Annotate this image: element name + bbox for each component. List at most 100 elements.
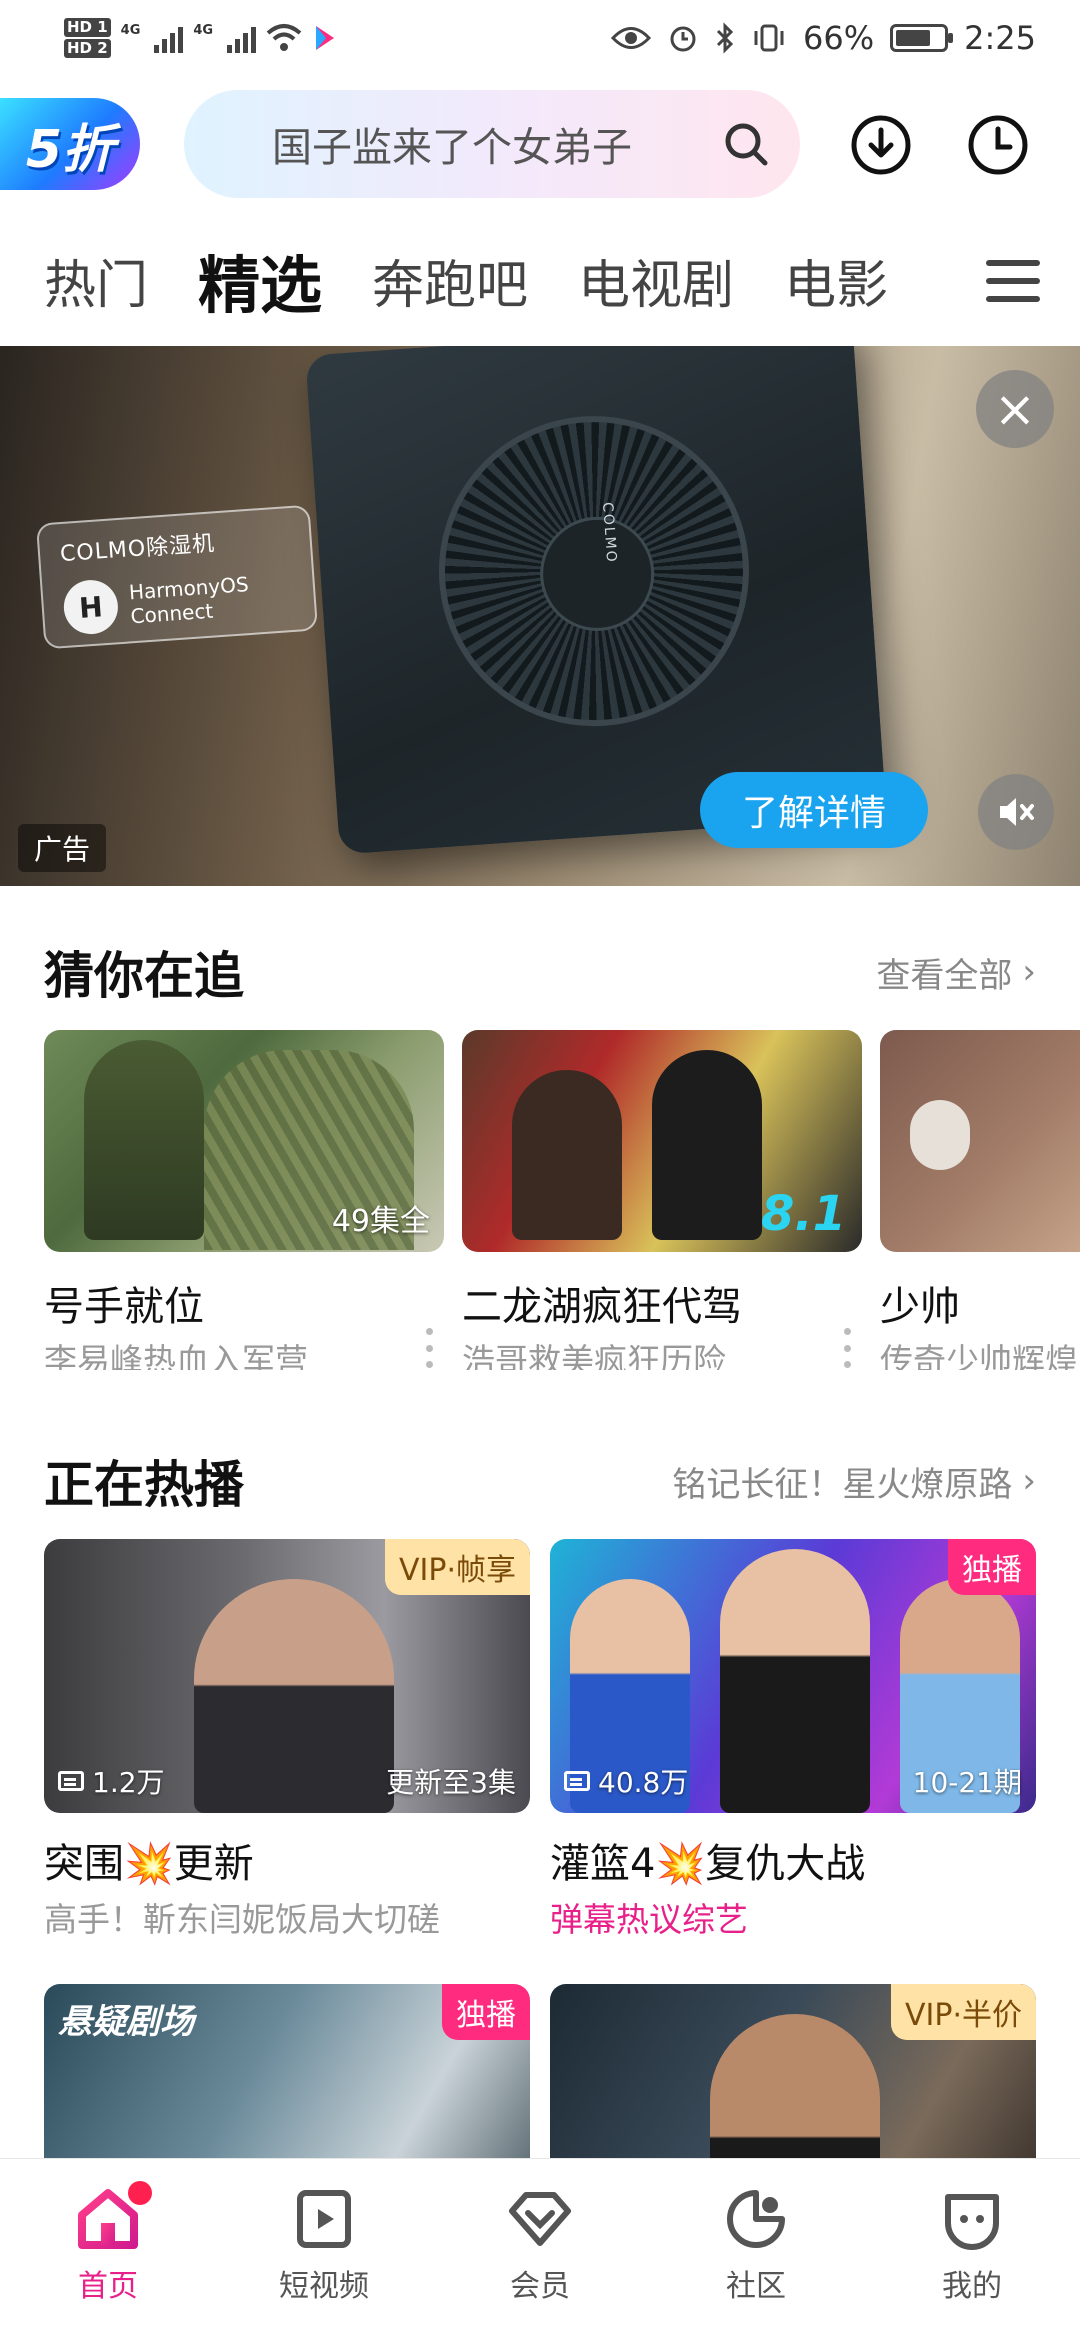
chase-thumbnail[interactable]: 49集全 [44, 1030, 444, 1252]
episode-status: 更新至3集 [386, 1766, 516, 1799]
top-header: 5折 国子监来了个女弟子 [0, 86, 1080, 202]
nav-profile[interactable]: 我的 [864, 2159, 1080, 2340]
hd1-label: HD 1 [64, 18, 111, 37]
chase-item-subtitle: 李易峰热血入军营 [44, 1341, 308, 1370]
tab-tv-series[interactable]: 电视剧 [578, 243, 734, 318]
chase-item-title[interactable]: 号手就位 [44, 1274, 444, 1332]
wifi-icon [266, 24, 302, 51]
tab-running-man[interactable]: 奔跑吧 [372, 243, 528, 318]
chase-section-header: 猜你在追 查看全部 › [44, 939, 1036, 1005]
short-video-icon[interactable] [288, 2183, 360, 2255]
youku-app-icon [316, 26, 335, 50]
chase-item-title[interactable]: 二龙湖疯狂代驾 [462, 1274, 862, 1332]
download-icon[interactable] [850, 114, 912, 176]
clock-time: 2:25 [964, 19, 1036, 57]
menu-icon[interactable] [986, 254, 1040, 308]
profile-icon[interactable] [936, 2183, 1008, 2255]
flower-vase [910, 1100, 970, 1170]
search-placeholder[interactable]: 国子监来了个女弟子 [272, 115, 720, 173]
danmaku-icon [564, 1771, 590, 1791]
harmonyos-logo-icon: H [62, 578, 120, 636]
view-all-label[interactable]: 查看全部 [876, 948, 1012, 997]
more-options-icon[interactable] [426, 1328, 436, 1368]
promo-badge[interactable]: 5折 [0, 98, 140, 190]
nav-label-short-video: 短视频 [279, 2269, 369, 2304]
heat-count: 1.2万 [92, 1766, 165, 1799]
heat-count: 40.8万 [598, 1766, 689, 1799]
battery-percent: 66% [803, 19, 875, 57]
nav-label-profile: 我的 [942, 2269, 1002, 2304]
hot-card[interactable]: 独播 40.8万 10-21期 灌篮4💥复仇大战 弹幕热议综艺 [550, 1539, 1036, 1941]
vip-tag: VIP·帧享 [385, 1539, 530, 1595]
exclusive-tag: 独播 [948, 1539, 1036, 1595]
battery-icon [890, 24, 954, 52]
tab-movies[interactable]: 电影 [784, 243, 888, 318]
chase-section-title: 猜你在追 [44, 947, 244, 1005]
chase-card[interactable]: 少帅 传奇少帅辉煌 [880, 1030, 1080, 1370]
vip-diamond-icon[interactable] [504, 2183, 576, 2255]
hot-section-title: 正在热播 [44, 1456, 244, 1514]
learn-more-button[interactable]: 了解详情 [700, 772, 928, 848]
chase-row: 49集全 号手就位 李易峰热血入军营 8.1 二龙湖疯狂代驾 浩哥救美疯狂历险 … [44, 1030, 1080, 1370]
hd2-label: HD 2 [64, 39, 111, 58]
chase-item-title[interactable]: 少帅 [880, 1274, 1080, 1332]
hot-promo-label[interactable]: 铭记长征！星火燎原路 [672, 1457, 1012, 1506]
ad-info-card: COLMO除湿机 H HarmonyOS Connect [35, 504, 319, 650]
episode-count-badge: 49集全 [331, 1204, 430, 1239]
hot-section-header: 正在热播 铭记长征！星火燎原路 › [44, 1448, 1036, 1514]
search-icon[interactable] [720, 118, 772, 170]
search-bar[interactable]: 国子监来了个女弟子 [184, 90, 800, 198]
status-bar: HD 1 HD 2 4G 4G 66% 2:25 [0, 0, 1080, 76]
chase-card[interactable]: 49集全 号手就位 李易峰热血入军营 [44, 1030, 444, 1370]
hot-thumbnail[interactable]: 独播 40.8万 10-21期 [550, 1539, 1036, 1813]
fan-graphic [428, 405, 760, 737]
chase-thumbnail[interactable]: 8.1 [462, 1030, 862, 1252]
nav-label-vip: 会员 [510, 2269, 570, 2304]
notification-dot [128, 2181, 152, 2205]
rating-score: 8.1 [760, 1186, 846, 1242]
vip-half-price-tag: VIP·半价 [891, 1984, 1036, 2040]
vibrate-icon [754, 24, 784, 52]
chase-item-subtitle: 浩哥救美疯狂历险 [462, 1341, 726, 1370]
hot-item-title[interactable]: 灌篮4💥复仇大战 [550, 1831, 1036, 1889]
hot-card[interactable]: VIP·帧享 1.2万 更新至3集 突围💥更新 高手！靳东闫妮饭局大切磋 [44, 1539, 530, 1941]
mute-icon[interactable] [978, 774, 1054, 850]
category-tabs: 热门 精选 奔跑吧 电视剧 电影 [0, 234, 1080, 326]
nav-home[interactable]: 首页 [0, 2159, 216, 2340]
chase-thumbnail[interactable] [880, 1030, 1080, 1252]
close-icon[interactable]: × [976, 370, 1054, 448]
hd-indicator: HD 1 HD 2 [64, 17, 111, 59]
view-all-link[interactable]: 查看全部 › [876, 948, 1036, 997]
nav-short-video[interactable]: 短视频 [216, 2159, 432, 2340]
driver-figure [652, 1050, 762, 1240]
more-options-icon[interactable] [844, 1328, 854, 1368]
ad-banner[interactable]: COLMO COLMO除湿机 H HarmonyOS Connect × 广告 … [0, 346, 1080, 886]
suspense-theater-logo: 悬疑剧场 [58, 2002, 194, 2042]
hot-thumbnail[interactable]: VIP·帧享 1.2万 更新至3集 [44, 1539, 530, 1813]
chase-card[interactable]: 8.1 二龙湖疯狂代驾 浩哥救美疯狂历险 [462, 1030, 862, 1370]
alarm-icon [670, 26, 696, 52]
soldier-figure [84, 1040, 204, 1240]
signal-icon-2 [227, 23, 257, 53]
bottom-navigation: 首页 短视频 会员 社区 我的 [0, 2158, 1080, 2340]
history-clock-icon[interactable] [967, 114, 1029, 176]
episode-status: 10-21期 [912, 1766, 1022, 1799]
nav-label-community: 社区 [726, 2269, 786, 2304]
network-type-2: 4G [193, 23, 214, 38]
hot-item-subtitle: 弹幕热议综艺 [550, 1900, 748, 1939]
eye-icon [611, 27, 652, 49]
danmaku-icon [58, 1771, 84, 1791]
nav-vip[interactable]: 会员 [432, 2159, 648, 2340]
hot-item-title[interactable]: 突围💥更新 [44, 1831, 530, 1889]
chevron-right-icon: › [1022, 1461, 1036, 1501]
ad-brand: COLMO除湿机 [59, 531, 216, 568]
nav-label-home: 首页 [78, 2269, 138, 2304]
tab-featured[interactable]: 精选 [198, 235, 322, 325]
hot-promo-link[interactable]: 铭记长征！星火燎原路 › [672, 1457, 1036, 1506]
tab-hot[interactable]: 热门 [44, 243, 148, 318]
network-type-1: 4G [120, 23, 141, 38]
chase-item-subtitle: 传奇少帅辉煌 [880, 1341, 1078, 1370]
ad-label: 广告 [18, 824, 107, 872]
nav-community[interactable]: 社区 [648, 2159, 864, 2340]
community-icon[interactable] [720, 2183, 792, 2255]
